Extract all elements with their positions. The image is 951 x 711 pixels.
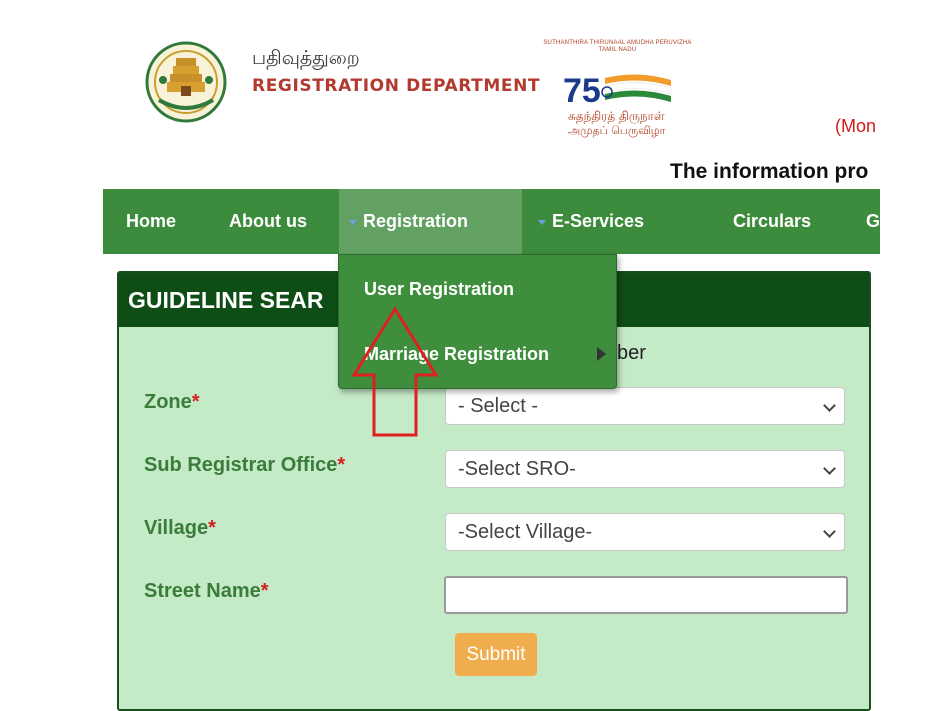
- zone-select-value: - Select -: [458, 395, 539, 417]
- required-asterisk: *: [260, 580, 269, 602]
- nav-e-services-label: E-Services: [552, 211, 645, 231]
- main-navigation: Home About us Registration E-Services Ci…: [103, 189, 880, 254]
- tamil-nadu-emblem-icon: [145, 40, 227, 126]
- submit-button[interactable]: Submit: [455, 633, 537, 676]
- site-header: பதிவுத்துறை REGISTRATION DEPARTMENT SUTH…: [0, 0, 951, 190]
- village-label: Village*: [144, 517, 216, 540]
- required-asterisk: *: [191, 391, 200, 413]
- zone-label-text: Zone: [144, 391, 192, 413]
- street-name-input[interactable]: [444, 576, 848, 614]
- nav-more-label: G: [866, 211, 881, 231]
- anniversary-number: 75: [563, 72, 601, 110]
- submenu-arrow-icon: [597, 347, 606, 361]
- chevron-down-icon: [823, 525, 836, 538]
- zone-select[interactable]: - Select -: [445, 387, 845, 425]
- anniversary-tamil-line1: சுதந்திரத் திருநாள்: [568, 109, 665, 123]
- date-notice-text: (Mon: [835, 116, 877, 136]
- sro-select-value: -Select SRO-: [458, 458, 576, 480]
- information-ticker: The information pro: [670, 160, 869, 183]
- nav-registration[interactable]: Registration: [339, 189, 522, 254]
- anniversary-tamil-line2: அமுதப் பெருவிழா: [568, 124, 666, 137]
- menu-item-marriage-registration[interactable]: Marriage Registration: [364, 344, 549, 365]
- seventy-five-flag-icon: 75: [563, 72, 672, 110]
- caret-down-icon: [538, 219, 546, 225]
- chevron-down-icon: [823, 399, 836, 412]
- department-name-tamil: பதிவுத்துறை: [252, 47, 360, 69]
- nav-e-services[interactable]: E-Services: [538, 189, 644, 254]
- nav-circulars-label: Circulars: [733, 211, 812, 231]
- sro-select[interactable]: -Select SRO-: [445, 450, 845, 488]
- nav-about-us-label: About us: [229, 211, 307, 231]
- nav-about-us[interactable]: About us: [229, 189, 307, 254]
- village-label-text: Village: [144, 517, 209, 539]
- sro-label: Sub Registrar Office*: [144, 454, 345, 477]
- nav-registration-label: Registration: [363, 211, 469, 231]
- street-name-label-text: Street Name: [144, 580, 261, 602]
- required-asterisk: *: [208, 517, 216, 539]
- village-select[interactable]: -Select Village-: [445, 513, 845, 551]
- nav-circulars[interactable]: Circulars: [733, 189, 811, 254]
- required-asterisk: *: [337, 454, 346, 476]
- village-select-value: -Select Village-: [458, 521, 593, 543]
- menu-item-user-registration[interactable]: User Registration: [364, 279, 514, 300]
- department-name-english: REGISTRATION DEPARTMENT: [252, 76, 541, 96]
- nav-home-label: Home: [126, 211, 177, 231]
- sro-label-text: Sub Registrar Office: [144, 454, 338, 476]
- nav-more[interactable]: G: [866, 189, 880, 254]
- street-name-label: Street Name*: [144, 580, 269, 603]
- panel-title: GUIDELINE SEAR: [128, 287, 324, 313]
- zone-label: Zone*: [144, 391, 200, 414]
- chevron-down-icon: [823, 462, 836, 475]
- registration-dropdown-menu: User Registration Marriage Registration: [338, 254, 617, 389]
- nav-home[interactable]: Home: [126, 189, 176, 254]
- azadi-ka-amrit-mahotsav-logo: SUTHANTHIRA THIRUNAAL AMUDHA PERUVIZHA T…: [535, 40, 700, 140]
- anniversary-small-text: SUTHANTHIRA THIRUNAAL AMUDHA PERUVIZHA T…: [543, 40, 692, 53]
- page-edge: [880, 0, 951, 700]
- partial-hidden-text: ber: [617, 342, 646, 364]
- caret-down-icon: [349, 219, 357, 225]
